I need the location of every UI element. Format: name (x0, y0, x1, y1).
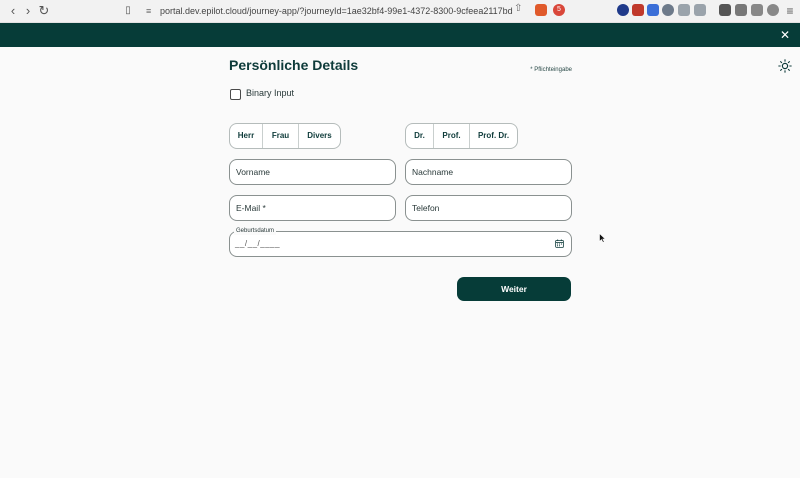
leo-icon[interactable] (751, 4, 763, 16)
extension-icon[interactable] (662, 4, 674, 16)
first-name-placeholder: Vorname (236, 167, 271, 177)
extension-icon[interactable] (632, 4, 644, 16)
site-settings-icon[interactable]: ≡ (146, 6, 151, 16)
menu-icon[interactable]: ≡ (782, 3, 798, 19)
salutation-option-herr[interactable]: Herr (230, 124, 262, 148)
first-name-field[interactable]: Vorname (229, 159, 396, 185)
phone-field[interactable]: Telefon (405, 195, 572, 221)
title-option-prof-dr[interactable]: Prof. Dr. (469, 124, 517, 148)
back-icon[interactable]: ‹ (5, 3, 21, 19)
brave-shield-icon[interactable] (535, 4, 547, 16)
required-note: * Pflichteingabe (530, 67, 572, 73)
birthdate-field[interactable]: Geburtsdatum __/__/____ (229, 227, 572, 257)
bookmark-icon[interactable]: ▯ (120, 3, 136, 19)
next-button[interactable]: Weiter (457, 277, 571, 301)
reload-icon[interactable]: ↻ (36, 3, 52, 19)
salutation-option-frau[interactable]: Frau (262, 124, 298, 148)
sun-icon[interactable] (778, 59, 792, 73)
close-icon[interactable]: ✕ (780, 27, 790, 43)
email-field[interactable]: E-Mail * (229, 195, 396, 221)
title-toggle-group: Dr. Prof. Prof. Dr. (405, 123, 518, 149)
last-name-field[interactable]: Nachname (405, 159, 572, 185)
share-icon[interactable]: ⇧ (514, 3, 522, 14)
top-banner: ✕ (0, 23, 800, 47)
wallet-icon[interactable] (735, 4, 747, 16)
birthdate-input[interactable]: __/__/____ (235, 232, 280, 256)
title-option-dr[interactable]: Dr. (406, 124, 433, 148)
browser-toolbar: ‹ › ↻ ▯ ≡ portal.dev.epilot.cloud/journe… (0, 0, 800, 23)
extension-icon[interactable] (694, 4, 706, 16)
email-placeholder: E-Mail * (236, 203, 266, 213)
salutation-option-divers[interactable]: Divers (298, 124, 340, 148)
sidebar-icon[interactable] (719, 4, 731, 16)
salutation-toggle-group: Herr Frau Divers (229, 123, 341, 149)
address-bar[interactable]: ≡ portal.dev.epilot.cloud/journey-app/?j… (140, 2, 572, 20)
extensions-icon[interactable] (678, 4, 690, 16)
calendar-icon[interactable] (555, 239, 564, 248)
url-text[interactable]: portal.dev.epilot.cloud/journey-app/?jou… (160, 2, 513, 20)
extension-icon[interactable] (617, 4, 629, 16)
rewards-badge[interactable]: 5 (553, 4, 565, 16)
forward-icon[interactable]: › (20, 3, 36, 19)
binary-input-checkbox[interactable] (230, 89, 241, 100)
phone-placeholder: Telefon (412, 203, 440, 213)
title-option-prof[interactable]: Prof. (433, 124, 469, 148)
mouse-cursor-icon (599, 233, 607, 243)
vpn-icon[interactable] (767, 4, 779, 16)
last-name-placeholder: Nachname (412, 167, 454, 177)
page-title: Persönliche Details (229, 57, 359, 73)
binary-input-label[interactable]: Binary Input (246, 88, 294, 98)
extension-icon[interactable] (647, 4, 659, 16)
